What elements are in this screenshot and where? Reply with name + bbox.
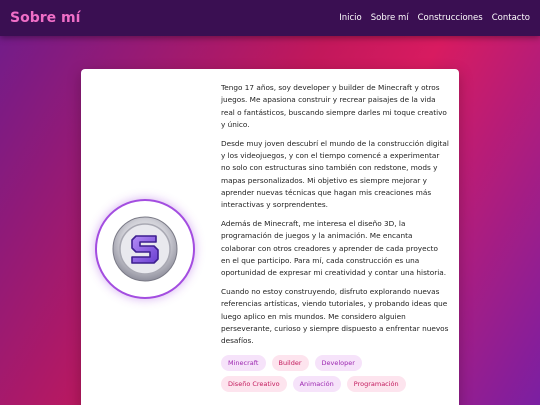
about-card: Tengo 17 años, soy developer y builder d… xyxy=(81,69,459,405)
tag-minecraft: Minecraft xyxy=(221,355,266,372)
tag-programacion: Programación xyxy=(346,376,406,393)
nav-link-inicio[interactable]: Inicio xyxy=(339,13,362,23)
tag-developer: Developer xyxy=(314,355,362,372)
nav-links: Inicio Sobre mí Construcciones Contacto xyxy=(339,13,530,23)
nav-link-construcciones[interactable]: Construcciones xyxy=(418,13,483,23)
skill-tags: Minecraft Builder Developer Diseño Creat… xyxy=(221,355,431,393)
about-paragraph-1: Tengo 17 años, soy developer y builder d… xyxy=(221,83,447,129)
nav-link-sobre-mi[interactable]: Sobre mí xyxy=(371,13,409,23)
top-navbar: Sobre mí Inicio Sobre mí Construcciones … xyxy=(0,0,540,36)
about-paragraph-4: Cuando no estoy construyendo, disfruto e… xyxy=(221,286,449,346)
tag-builder: Builder xyxy=(271,355,309,372)
about-text: Tengo 17 años, soy developer y builder d… xyxy=(221,82,449,393)
site-brand[interactable]: Sobre mí xyxy=(10,10,80,26)
tag-diseno-creativo: Diseño Creativo xyxy=(221,376,287,393)
avatar xyxy=(95,199,195,299)
nav-link-contacto[interactable]: Contacto xyxy=(492,13,530,23)
about-paragraph-2: Desde muy joven descubrí el mundo de la … xyxy=(221,138,449,210)
tag-animacion: Animación xyxy=(292,376,341,393)
about-paragraph-3: Además de Minecraft, me interesa el dise… xyxy=(221,218,447,278)
letter-s-logo-icon xyxy=(112,216,178,282)
